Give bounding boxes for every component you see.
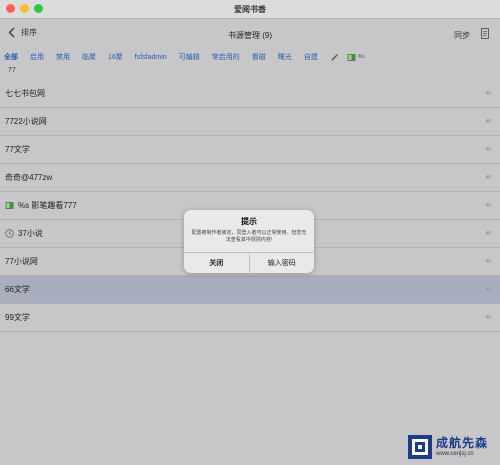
list-item[interactable]: 77文学 40 bbox=[0, 136, 500, 164]
sync-button[interactable]: 同步 bbox=[454, 30, 470, 41]
sort-back-button[interactable]: 排序 bbox=[8, 27, 37, 38]
zoom-window-button[interactable] bbox=[34, 4, 43, 13]
group-tab[interactable]: fsfsfadmin bbox=[135, 54, 167, 61]
book-icon bbox=[347, 53, 356, 61]
list-item-selected[interactable]: 66文学 40 bbox=[0, 276, 500, 304]
close-window-button[interactable] bbox=[6, 4, 15, 13]
list-item-label: 奇奇@477zw bbox=[5, 173, 53, 182]
group-tab[interactable]: 启用 bbox=[30, 52, 44, 62]
group-tab[interactable]: 16聚 bbox=[108, 52, 123, 62]
sort-label: 排序 bbox=[21, 28, 37, 37]
list-item[interactable]: 7722小说网 40 bbox=[0, 108, 500, 136]
list-item-label: 七七书包网 bbox=[5, 89, 45, 98]
close-button[interactable]: 关闭 bbox=[184, 253, 250, 273]
list-item-count: 40 bbox=[485, 314, 491, 321]
list-item-count: 40 bbox=[485, 202, 491, 209]
dialog-message: 配置被制作者锁定，同登入者可以正常使用。但您无法查看其中规则内容! bbox=[191, 230, 307, 243]
watermark-name: 成航先森 bbox=[436, 436, 489, 450]
list-item-count: 40 bbox=[485, 174, 491, 181]
watermark-url: www.cenjsj.cn bbox=[436, 451, 474, 457]
group-tab[interactable]: 禁用 bbox=[56, 52, 70, 62]
group-thumbnail[interactable]: %s bbox=[347, 53, 365, 62]
list-item-count: 40 bbox=[485, 118, 491, 125]
minimize-window-button[interactable] bbox=[20, 4, 29, 13]
group-tab[interactable]: 看磁 bbox=[252, 52, 266, 62]
list-item[interactable]: 七七书包网 40 bbox=[0, 80, 500, 108]
group-tabs: 全部 启用 禁用 临聚 16聚 fsfsfadmin 可编辑 常启用的 看磁 曙… bbox=[0, 49, 500, 65]
window-controls bbox=[6, 4, 43, 13]
source-list: 七七书包网 40 7722小说网 40 77文学 40 奇奇@477zw 40 … bbox=[0, 80, 500, 332]
watermark: 成航先森 www.cenjsj.cn bbox=[407, 433, 497, 461]
title-bar: 爱阅书香 bbox=[0, 0, 500, 19]
navigation-bar: 排序 书源管理 (9) 同步 bbox=[0, 19, 500, 49]
thumbnail-label: %s bbox=[357, 54, 365, 60]
group-tab[interactable]: 曙光 bbox=[278, 52, 292, 62]
page-title: 书源管理 (9) bbox=[228, 31, 272, 40]
list-item[interactable]: 奇奇@477zw 40 bbox=[0, 164, 500, 192]
group-tab[interactable]: 可编辑 bbox=[179, 52, 200, 62]
window-title: 爱阅书香 bbox=[234, 4, 266, 14]
search-field[interactable]: 77 bbox=[8, 67, 16, 74]
chevron-left-icon bbox=[8, 27, 15, 38]
list-item-label: 99文学 bbox=[5, 313, 30, 322]
alert-dialog: 提示 配置被制作者锁定，同登入者可以正常使用。但您无法查看其中规则内容! 关闭 … bbox=[184, 210, 314, 273]
list-item-count: 40 bbox=[485, 258, 491, 265]
list-item-count: 40 bbox=[485, 90, 491, 97]
list-item-count: 40 bbox=[485, 230, 491, 237]
list-item-count: 40 bbox=[485, 146, 491, 153]
group-tab[interactable]: 常启用的 bbox=[212, 52, 240, 62]
dialog-title: 提示 bbox=[241, 217, 257, 226]
list-item-label: 66文学 bbox=[5, 285, 30, 294]
group-tab[interactable]: 自建 bbox=[304, 52, 318, 62]
watermark-logo-icon bbox=[408, 435, 432, 459]
list-item-label-group: 37小说 bbox=[5, 228, 43, 239]
list-item-label: %s 影笔趣看777 bbox=[18, 201, 77, 210]
list-item[interactable]: 99文学 40 bbox=[0, 304, 500, 332]
group-tab[interactable]: 全部 bbox=[4, 52, 18, 62]
list-item-label: 77小说网 bbox=[5, 257, 38, 266]
group-tab[interactable]: 临聚 bbox=[82, 52, 96, 62]
enter-password-button[interactable]: 输入密码 bbox=[250, 253, 315, 273]
edit-pen-icon[interactable] bbox=[330, 53, 339, 62]
list-item-count: 40 bbox=[485, 286, 491, 293]
list-item-label-group: %s 影笔趣看777 bbox=[5, 200, 77, 211]
dialog-button-row: 关闭 输入密码 bbox=[184, 252, 314, 273]
clock-icon bbox=[5, 229, 14, 238]
book-icon bbox=[5, 202, 14, 209]
list-item-label: 7722小说网 bbox=[5, 117, 47, 126]
document-icon[interactable] bbox=[481, 28, 489, 39]
list-item-label: 37小说 bbox=[18, 229, 43, 238]
list-item-label: 77文学 bbox=[5, 145, 30, 154]
